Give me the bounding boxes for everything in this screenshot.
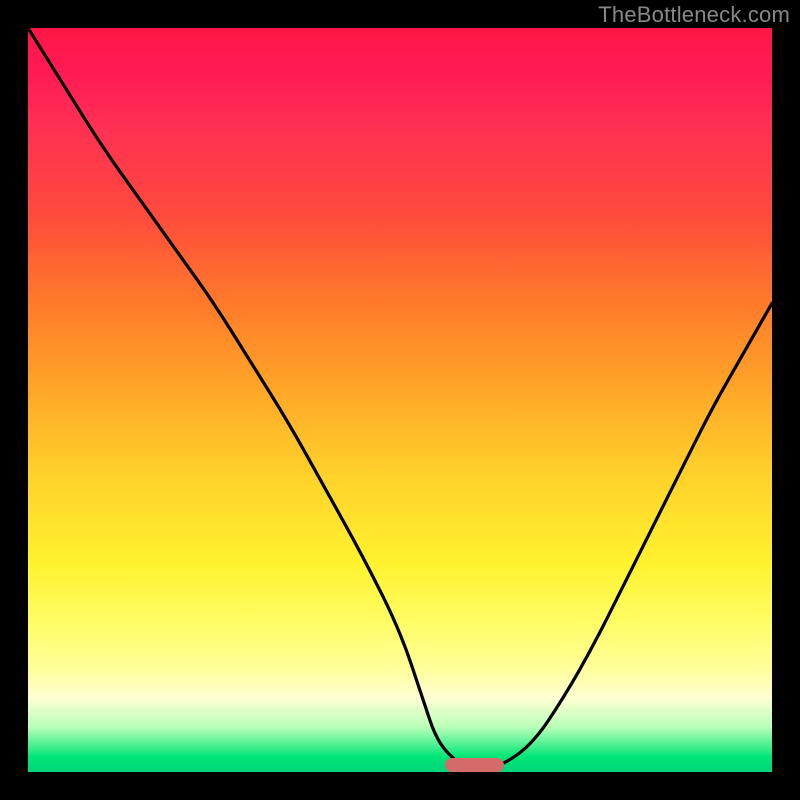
curve-path: [28, 28, 772, 770]
plot-area: [28, 28, 772, 772]
chart-frame: TheBottleneck.com: [0, 0, 800, 800]
optimal-range-marker: [445, 758, 505, 772]
watermark-text: TheBottleneck.com: [598, 2, 790, 28]
bottleneck-curve: [28, 28, 772, 772]
